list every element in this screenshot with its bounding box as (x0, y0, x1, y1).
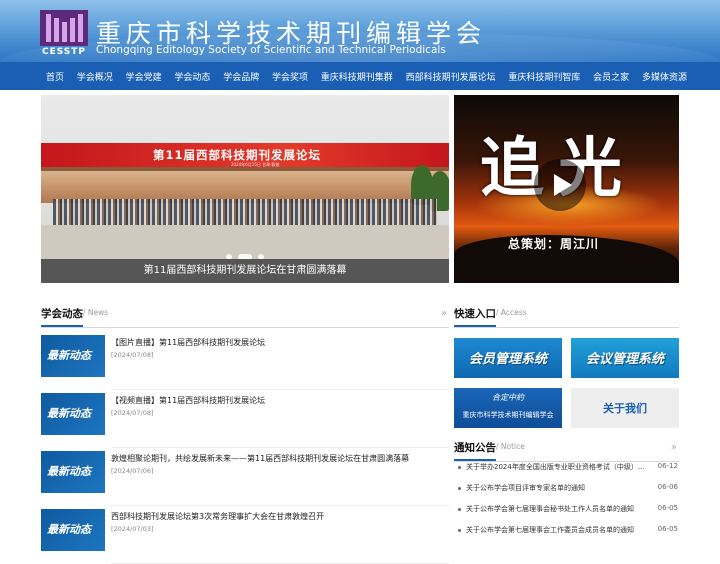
news-thumbnail[interactable]: 最新动态 (41, 451, 105, 493)
about-us-link[interactable]: 关于我们 (571, 388, 679, 428)
notice-title[interactable]: 关于公布学会第七届理事会秘书处工作人员名单的通知 (466, 504, 652, 514)
news-title[interactable]: 西部科技期刊发展论坛第3次常务理事扩大会在甘肃敦煌召开 (111, 511, 324, 522)
society-logo[interactable]: CESSTP (40, 10, 88, 58)
notice-item[interactable]: 关于公布学会第七届理事会秘书处工作人员名单的通知 06-05 (456, 504, 678, 520)
notice-date: 06-05 (657, 504, 678, 512)
nav-item[interactable]: 学会概况 (70, 70, 119, 83)
video-credit: 总策划：周江川 (508, 237, 600, 251)
main-navigation: 首页 学会概况 学会党建 学会动态 学会品牌 学会奖项 重庆科技期刊集群 西部科技期刊发展论坛… (0, 62, 720, 90)
news-title[interactable]: 敦煌相聚论期刊，共绘发展新未来——第11届西部科技期刊发展论坛在甘肃圆满落幕 (111, 453, 409, 464)
news-slider[interactable]: 第11届西部科技期刊发展论坛 2024年6月25日 甘肃·敦煌 (41, 95, 449, 283)
nav-item[interactable]: 重庆科技期刊智库 (502, 70, 587, 83)
news-heading: 学会动态 (41, 306, 83, 327)
society-link-label: 重庆市科学技术期刊编辑学会 (462, 411, 554, 419)
play-icon[interactable] (534, 159, 586, 211)
news-thumbnail-label: 最新动态 (47, 523, 91, 536)
double-chevron-right-icon[interactable]: » (441, 308, 447, 319)
logo-emblem (40, 10, 88, 46)
member-system-label: 会员管理系统 (468, 352, 547, 367)
news-date: [2024/07/06] (111, 467, 154, 475)
nav-item[interactable]: 学会党建 (119, 70, 168, 83)
bullet-icon (458, 508, 461, 511)
slide-banner-title: 第11届西部科技期刊发展论坛 (153, 148, 322, 162)
notice-title[interactable]: 关于举办2024年度全国出版专业职业资格考试（中级）... (466, 462, 652, 472)
nav-list: 首页 学会概况 学会党建 学会动态 学会品牌 学会奖项 重庆科技期刊集群 西部科技期刊发展论坛… (0, 62, 720, 90)
news-thumbnail[interactable]: 最新动态 (41, 509, 105, 551)
about-us-label: 关于我们 (603, 402, 647, 415)
notice-title[interactable]: 关于公布学会项目评审专家名单的通知 (466, 483, 652, 493)
news-title[interactable]: 【图片直播】第11届西部科技期刊发展论坛 (111, 337, 265, 348)
bullet-icon (458, 487, 461, 490)
notice-item[interactable]: 关于举办2024年度全国出版专业职业资格考试（中级）... 06-12 (456, 462, 678, 478)
slide-group-photo (53, 199, 437, 225)
news-heading-sub: / News (83, 308, 109, 317)
notice-heading: 通知公告 (454, 440, 496, 461)
news-thumbnail-label: 最新动态 (47, 349, 91, 362)
society-link[interactable]: 合定中約 重庆市科学技术期刊编辑学会 (454, 388, 562, 428)
quick-access-header: 快速入口 / Access (454, 306, 679, 328)
news-item[interactable]: 最新动态 【图片直播】第11届西部科技期刊发展论坛 [2024/07/08] (41, 335, 449, 390)
notice-section-header: 通知公告 / Notice » (454, 440, 679, 462)
nav-item[interactable]: 多媒体资源 (636, 70, 694, 83)
nav-item[interactable]: 学会奖项 (266, 70, 315, 83)
meeting-system-label: 会议管理系统 (585, 352, 664, 367)
nav-item[interactable]: 会员之家 (587, 70, 636, 83)
site-header: CESSTP 重庆市科学技术期刊编辑学会 Chongqing Editology… (0, 0, 720, 62)
news-thumbnail-label: 最新动态 (47, 465, 91, 478)
notice-date: 06-06 (657, 483, 678, 491)
video-player[interactable]: 追光 总策划：周江川 (454, 95, 679, 283)
bullet-icon (458, 529, 461, 532)
news-date: [2024/07/08] (111, 351, 154, 359)
nav-item[interactable]: 西部科技期刊发展论坛 (399, 70, 502, 83)
double-chevron-right-icon[interactable]: » (671, 442, 677, 453)
bullet-icon (458, 466, 461, 469)
notice-item[interactable]: 关于公布学会项目评审专家名单的通知 06-06 (456, 483, 678, 499)
notice-date: 06-12 (657, 462, 678, 470)
news-divider (111, 389, 449, 390)
nav-item[interactable]: 首页 (40, 70, 70, 83)
notice-heading-sub: / Notice (496, 442, 525, 451)
nav-item[interactable]: 学会品牌 (217, 70, 266, 83)
news-thumbnail[interactable]: 最新动态 (41, 335, 105, 377)
notice-title[interactable]: 关于公布学会第七届理事会工作委员会成员名单的通知 (466, 525, 652, 535)
news-title[interactable]: 【视频直播】第11届西部科技期刊发展论坛 (111, 395, 265, 406)
member-system-link[interactable]: 会员管理系统 (454, 338, 562, 378)
site-subtitle: Chongqing Editology Society of Scientifi… (96, 44, 446, 56)
meeting-system-link[interactable]: 会议管理系统 (571, 338, 679, 378)
news-item[interactable]: 最新动态 西部科技期刊发展论坛第3次常务理事扩大会在甘肃敦煌召开 [2024/07/… (41, 509, 449, 564)
logo-abbreviation: CESSTP (41, 47, 87, 57)
nav-item[interactable]: 重庆科技期刊集群 (314, 70, 399, 83)
notice-item[interactable]: 关于公布学会第七届理事会工作委员会成员名单的通知 06-05 (456, 525, 678, 541)
news-thumbnail[interactable]: 最新动态 (41, 393, 105, 435)
society-link-calligraphy: 合定中約 (492, 393, 524, 402)
notice-date: 06-05 (657, 525, 678, 533)
slide-caption[interactable]: 第11届西部科技期刊发展论坛在甘肃圆满落幕 (41, 259, 449, 283)
nav-item[interactable]: 学会动态 (168, 70, 217, 83)
news-item[interactable]: 最新动态 敦煌相聚论期刊，共绘发展新未来——第11届西部科技期刊发展论坛在甘肃圆满… (41, 451, 449, 506)
news-divider (111, 447, 449, 448)
quick-access-heading: 快速入口 (454, 306, 496, 327)
news-divider (111, 505, 449, 506)
news-thumbnail-label: 最新动态 (47, 407, 91, 420)
news-section-header: 学会动态 / News » (41, 306, 449, 328)
news-item[interactable]: 最新动态 【视频直播】第11届西部科技期刊发展论坛 [2024/07/08] (41, 393, 449, 448)
quick-access-heading-sub: / Access (496, 308, 527, 317)
news-date: [2024/07/08] (111, 409, 154, 417)
news-date: [2024/07/03] (111, 525, 154, 533)
